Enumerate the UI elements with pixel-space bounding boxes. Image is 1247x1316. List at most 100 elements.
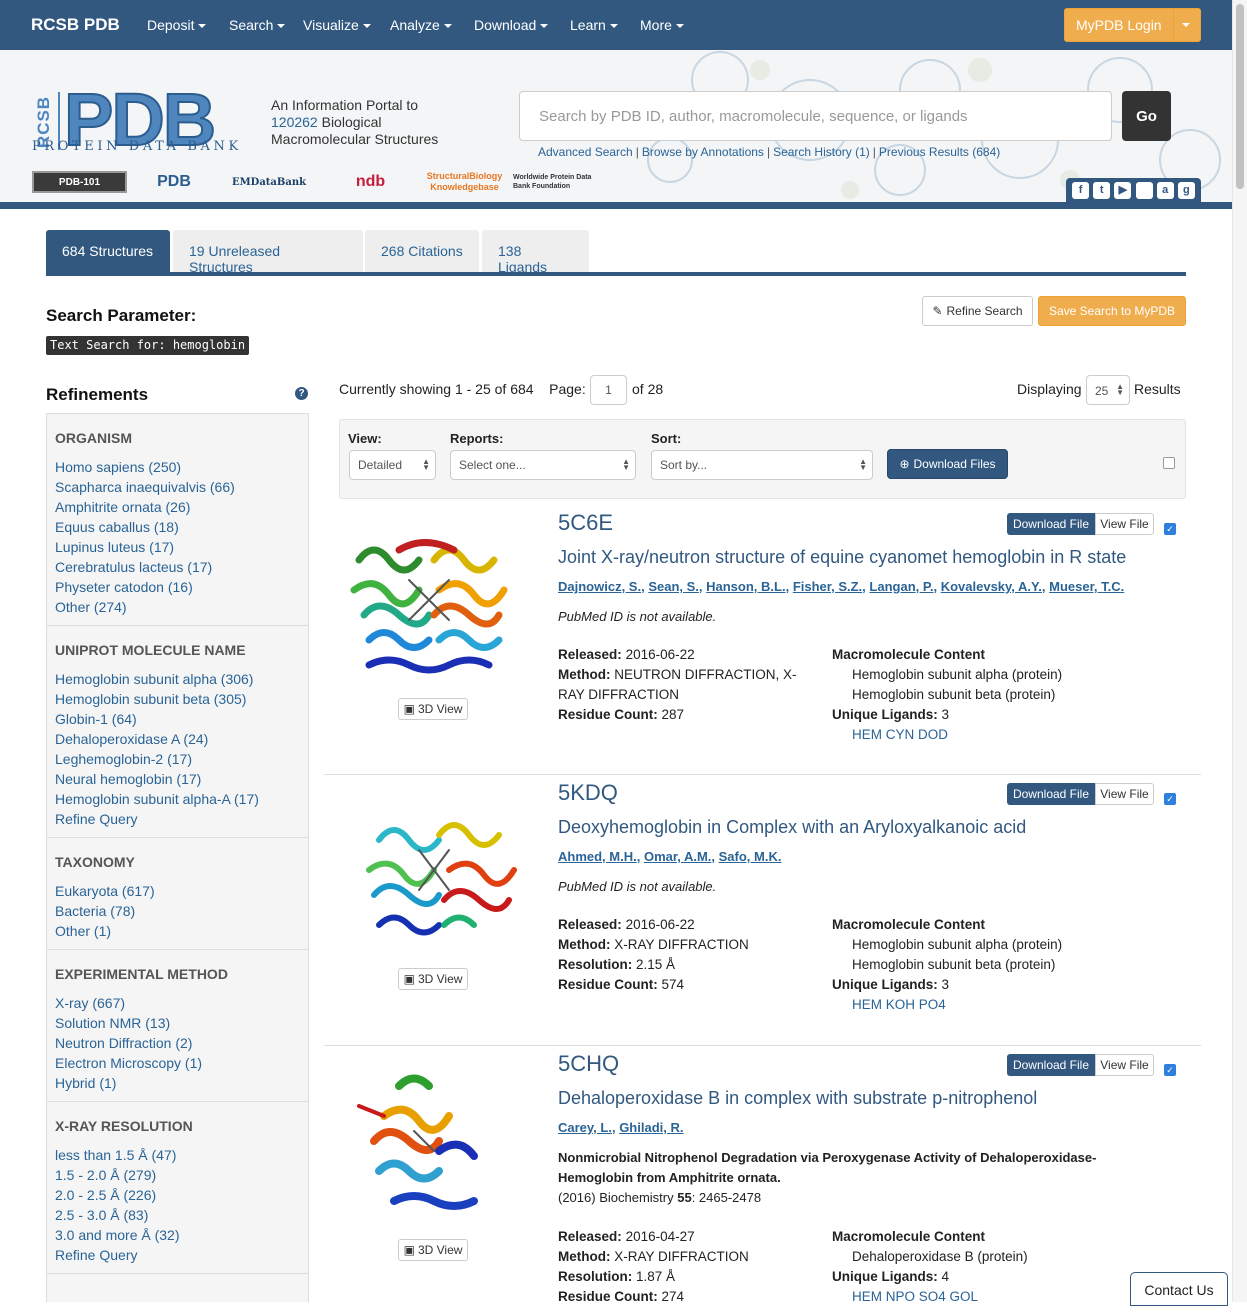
nav-analyze[interactable]: Analyze [390,17,452,33]
search-history-link[interactable]: Search History (1) [773,145,870,159]
tab-structures[interactable]: 684 Structures [46,230,170,272]
sbkb-logo[interactable]: StructuralBiology Knowledgebase [422,167,507,197]
structure-title-link[interactable]: Dehaloperoxidase B in complex with subst… [558,1088,1037,1109]
refine-query-link[interactable]: Refine Query [55,1245,300,1265]
tab-unreleased[interactable]: 19 Unreleased Structures [173,230,363,275]
emdatabank-logo[interactable]: EMDataBank [222,167,316,197]
refinement-item[interactable]: Leghemoglobin-2 (17) [55,749,300,769]
refinement-item[interactable]: 2.5 - 3.0 Å (83) [55,1205,300,1225]
refinement-item[interactable]: Hybrid (1) [55,1073,300,1093]
nav-visualize[interactable]: Visualize [303,17,371,33]
caret-down-icon[interactable] [1182,23,1190,27]
refinement-item[interactable]: Dehaloperoxidase A (24) [55,729,300,749]
author-link[interactable]: Safo, M.K. [719,849,782,864]
download-file-button[interactable]: Download File [1007,513,1095,535]
refinement-item[interactable]: Hemoglobin subunit beta (305) [55,689,300,709]
refinement-item[interactable]: Neutron Diffraction (2) [55,1033,300,1053]
select-all-checkbox[interactable] [1163,457,1175,469]
refinement-item[interactable]: Other (274) [55,597,300,617]
previous-results-link[interactable]: Previous Results (684) [879,145,1000,159]
nav-more[interactable]: More [640,17,684,33]
go-button[interactable]: Go [1122,91,1171,141]
brand-link[interactable]: RCSB PDB [31,15,120,35]
author-link[interactable]: Omar, A.M. [644,849,711,864]
advanced-search-link[interactable]: Advanced Search [538,145,633,159]
youtube-icon[interactable]: ▶ [1114,181,1132,199]
refinement-item[interactable]: 3.0 and more Å (32) [55,1225,300,1245]
facebook-icon[interactable]: f [1072,181,1090,199]
wwpdb-logo[interactable]: PDB [136,167,212,197]
refinement-item[interactable]: Scapharca inaequivalvis (66) [55,477,300,497]
contact-us-button[interactable]: Contact Us [1130,1272,1228,1306]
author-link[interactable]: Langan, P. [869,579,933,594]
3d-view-button[interactable]: ▣ 3D View [398,1239,468,1261]
refinement-item[interactable]: Globin-1 (64) [55,709,300,729]
select-checkbox[interactable]: ✓ [1164,523,1176,535]
author-link[interactable]: Hanson, B.L. [706,579,785,594]
refinement-item[interactable]: 1.5 - 2.0 Å (279) [55,1165,300,1185]
author-link[interactable]: Dajnowicz, S. [558,579,641,594]
view-file-button[interactable]: View File [1095,513,1154,535]
select-checkbox[interactable]: ✓ [1164,1064,1176,1076]
mypdb-login-button[interactable]: MyPDB Login [1064,8,1201,42]
pdb-id-link[interactable]: 5C6E [558,510,613,536]
refinement-item[interactable]: Equus caballus (18) [55,517,300,537]
author-link[interactable]: Kovalevsky, A.Y. [941,579,1042,594]
reports-select[interactable]: Select one... ▲ ▼ [450,450,636,480]
pdb101-logo[interactable]: PDB-101 [32,171,127,193]
wwpdb-foundation-logo[interactable]: Worldwide Protein Data Bank Foundation [513,167,609,197]
android-icon[interactable]: a [1156,181,1174,199]
refinement-item[interactable]: 2.0 - 2.5 Å (226) [55,1185,300,1205]
tab-citations[interactable]: 268 Citations [365,230,479,272]
pdb-id-link[interactable]: 5CHQ [558,1051,619,1077]
structure-title-link[interactable]: Deoxyhemoglobin in Complex with an Arylo… [558,817,1026,838]
structure-title-link[interactable]: Joint X-ray/neutron structure of equine … [558,547,1126,568]
refinement-item[interactable]: X-ray (667) [55,993,300,1013]
nav-search[interactable]: Search [229,17,286,33]
refinement-item[interactable]: Neural hemoglobin (17) [55,769,300,789]
refinement-item[interactable]: Other (1) [55,921,300,941]
author-link[interactable]: Mueser, T.C. [1049,579,1124,594]
structure-thumbnail[interactable] [339,520,519,690]
structure-thumbnail[interactable] [339,1061,519,1231]
browse-annotations-link[interactable]: Browse by Annotations [642,145,764,159]
refinement-item[interactable]: Cerebratulus lacteus (17) [55,557,300,577]
refinement-item[interactable]: Eukaryota (617) [55,881,300,901]
view-file-button[interactable]: View File [1095,783,1154,805]
refinement-item[interactable]: less than 1.5 Å (47) [55,1145,300,1165]
refinement-item[interactable]: Hemoglobin subunit alpha (306) [55,669,300,689]
view-file-button[interactable]: View File [1095,1054,1154,1076]
select-checkbox[interactable]: ✓ [1164,793,1176,805]
3d-view-button[interactable]: ▣ 3D View [398,698,468,720]
ligand-links[interactable]: HEM KOH PO4 [832,995,1162,1015]
nav-download[interactable]: Download [474,17,549,33]
save-search-button[interactable]: Save Search to MyPDB [1038,296,1186,326]
3d-view-button[interactable]: ▣ 3D View [398,968,468,990]
refinement-item[interactable]: Physeter catodon (16) [55,577,300,597]
ligand-links[interactable]: HEM NPO SO4 GOL [832,1287,1162,1307]
download-file-button[interactable]: Download File [1007,1054,1095,1076]
refinement-item[interactable]: Lupinus luteus (17) [55,537,300,557]
download-files-button[interactable]: ⊕ Download Files [887,449,1008,479]
refinement-item[interactable]: Electron Microscopy (1) [55,1053,300,1073]
per-page-select[interactable]: 25 ▲ ▼ [1086,375,1130,405]
page-scrollbar[interactable] [1232,0,1247,1302]
author-link[interactable]: Ahmed, M.H. [558,849,637,864]
twitter-icon[interactable]: t [1093,181,1111,199]
ligand-links[interactable]: HEM CYN DOD [832,725,1162,745]
author-link[interactable]: Ghiladi, R. [619,1120,683,1135]
refinement-item[interactable]: Amphitrite ornata (26) [55,497,300,517]
ndb-logo[interactable]: ndb [328,167,413,197]
sort-select[interactable]: Sort by... ▲ ▼ [651,450,873,480]
search-input[interactable] [519,91,1112,141]
view-select[interactable]: Detailed ▲ ▼ [349,450,436,480]
pdb-id-link[interactable]: 5KDQ [558,780,618,806]
author-link[interactable]: Fisher, S.Z. [793,579,862,594]
refinement-item[interactable]: Hemoglobin subunit alpha-A (17) [55,789,300,809]
refine-query-link[interactable]: Refine Query [55,809,300,829]
refine-search-button[interactable]: ✎ Refine Search [922,296,1033,326]
apple-icon[interactable] [1135,181,1153,199]
scrollbar-thumb[interactable] [1236,4,1244,189]
refinement-item[interactable]: Solution NMR (13) [55,1013,300,1033]
download-file-button[interactable]: Download File [1007,783,1095,805]
